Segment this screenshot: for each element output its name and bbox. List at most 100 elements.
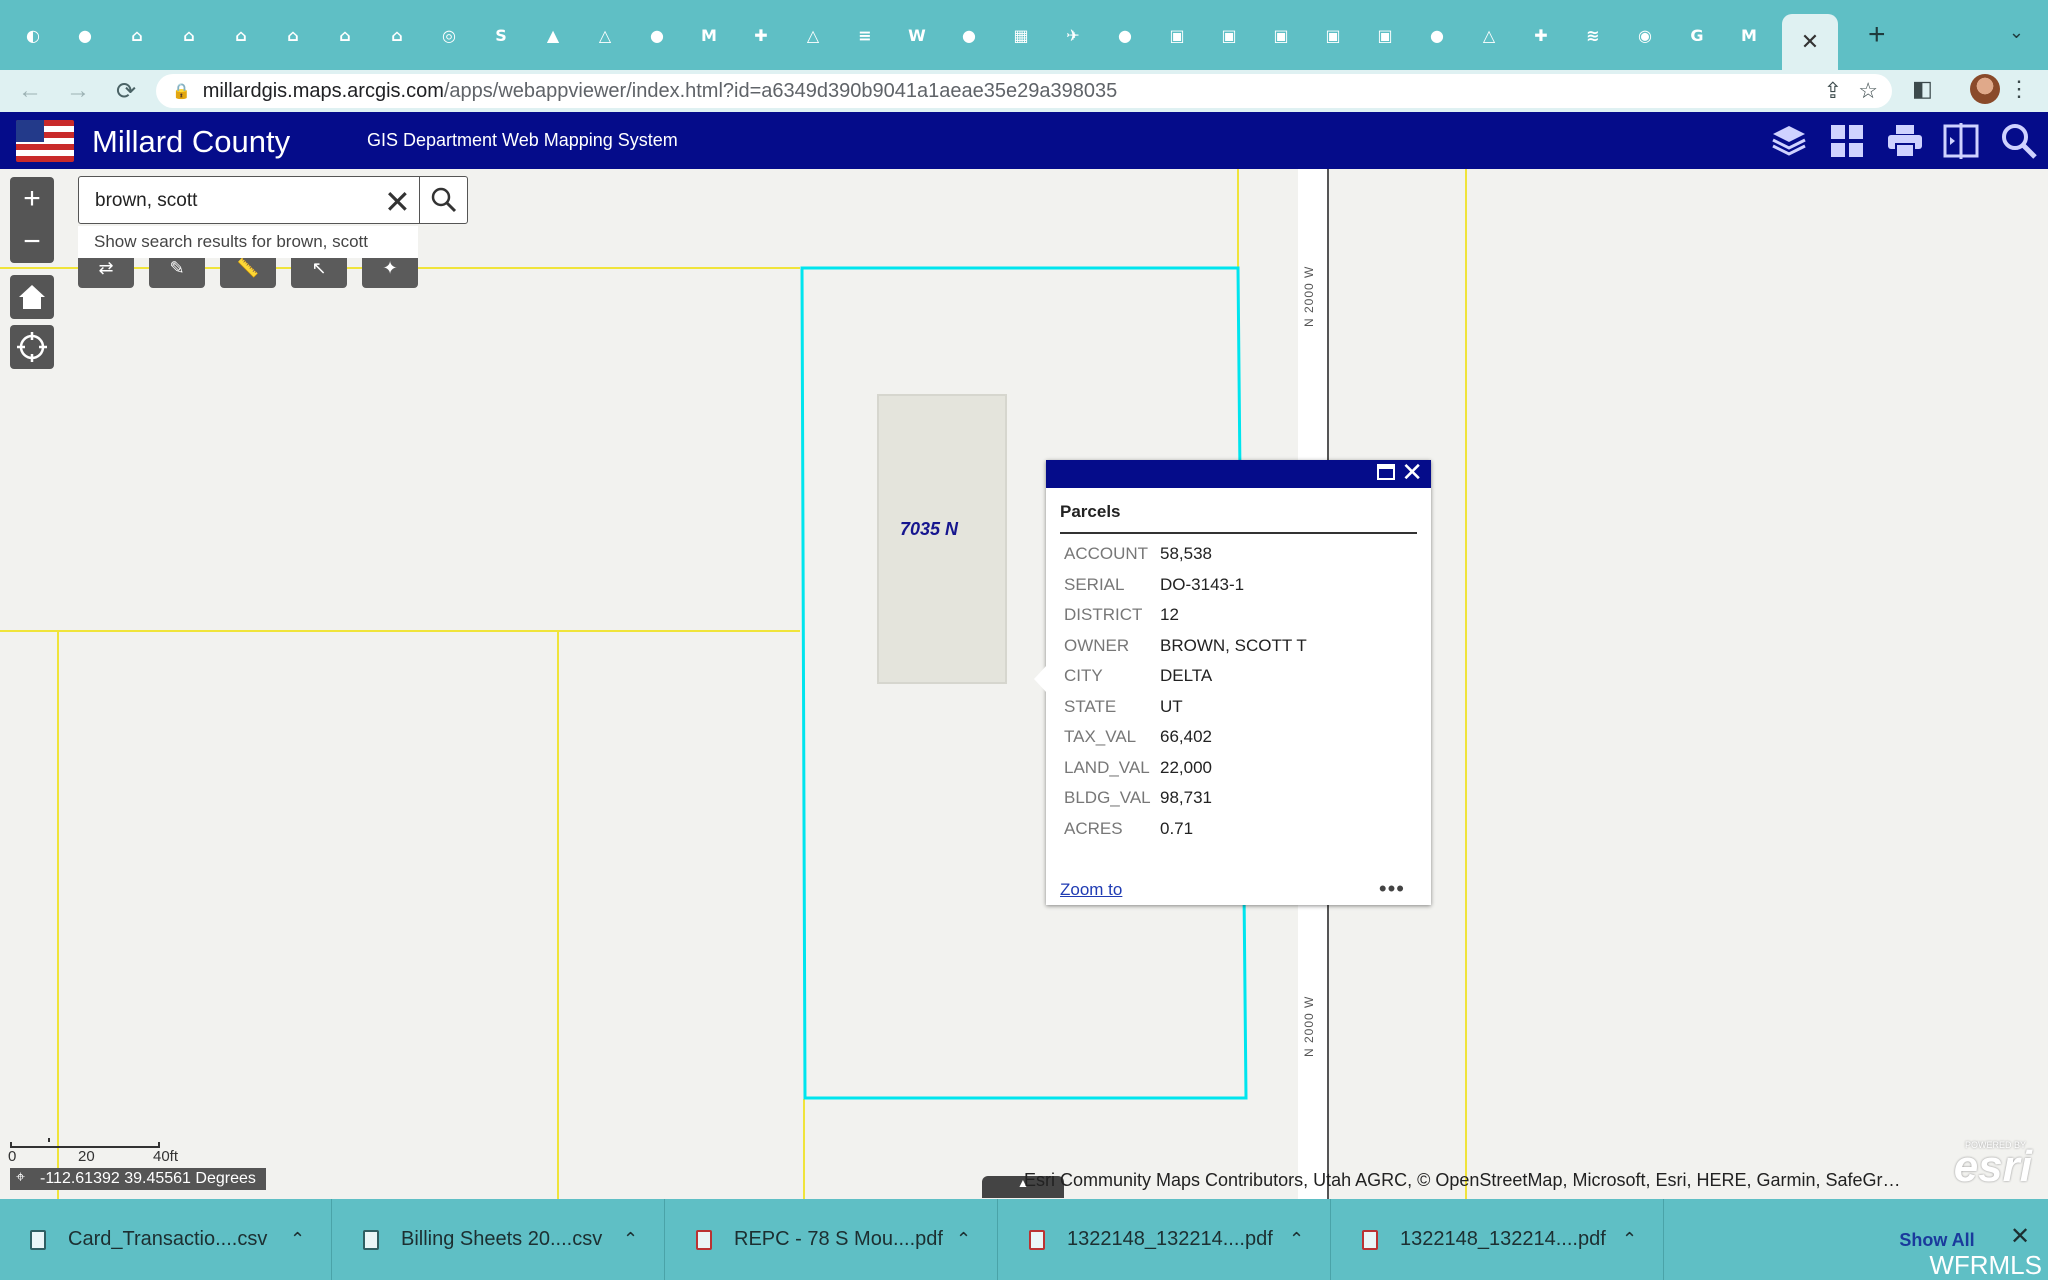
url-path: /apps/webappviewer/index.html?id=a6349d3… [443, 79, 1118, 102]
attribute-row: BLDG_VAL 98,731 [1064, 788, 1414, 818]
maximize-icon[interactable] [1377, 464, 1395, 480]
sheets-tab-icon[interactable]: ✚ [1522, 16, 1560, 54]
attribute-key: SERIAL [1064, 574, 1125, 594]
download-item[interactable]: Card_Transactio....csv ⌃ [0, 1199, 332, 1280]
scale-label: 40ft [153, 1148, 179, 1165]
close-download-bar-icon[interactable]: ✕ [2010, 1222, 2030, 1250]
drop-tab-icon[interactable]: ▲ [534, 16, 572, 54]
home-button[interactable] [10, 275, 54, 319]
chevron-up-icon[interactable]: ⌃ [290, 1229, 305, 1250]
chevron-up-icon[interactable]: ⌃ [623, 1229, 638, 1250]
download-item[interactable]: Billing Sheets 20....csv ⌃ [333, 1199, 665, 1280]
pdf-tab-icon[interactable]: ▣ [1158, 16, 1196, 54]
forward-button[interactable]: → [60, 73, 96, 109]
layers-tab-icon[interactable]: ≋ [1574, 16, 1612, 54]
ure-tab-icon[interactable]: ⌂ [326, 16, 364, 54]
globe-tab-icon[interactable]: ● [66, 16, 104, 54]
watermark: WFRMLS [1929, 1250, 2042, 1280]
app-header: Millard County GIS Department Web Mappin… [0, 112, 2048, 169]
globe-tab-icon[interactable]: ● [638, 16, 676, 54]
new-tab-button[interactable]: + [1868, 18, 1898, 52]
app-title: Millard County [92, 124, 291, 159]
drive-tab-icon[interactable]: △ [794, 16, 832, 54]
search-input[interactable] [95, 187, 385, 215]
popup-header: ✕ [1046, 458, 1431, 488]
drive-tab-icon[interactable]: △ [1470, 16, 1508, 54]
ure-tab-icon[interactable]: ⌂ [118, 16, 156, 54]
browser-menu-icon[interactable]: ⋮ [2008, 76, 2030, 102]
m-tab-icon[interactable]: M [1730, 16, 1768, 54]
gmail-tab-icon[interactable]: M [690, 16, 728, 54]
attribute-value: DO-3143-1 [1160, 574, 1245, 594]
more-actions-icon[interactable]: ••• [1379, 876, 1405, 902]
map-view[interactable]: N 2000 W N 2000 W 7035 N [0, 169, 2048, 1199]
clear-search-icon[interactable]: ✕ [384, 183, 411, 221]
zoom-out-button[interactable]: − [10, 220, 54, 263]
chrome-tab-icon[interactable]: ◉ [1626, 16, 1664, 54]
calendar-tab-icon[interactable]: ▦ [1002, 16, 1040, 54]
bird-tab-icon[interactable]: ✈ [1054, 16, 1092, 54]
reload-button[interactable]: ⟳ [108, 73, 144, 109]
pdf-tab-icon[interactable]: ▣ [1366, 16, 1404, 54]
home-icon [19, 285, 45, 309]
csv-file-icon [30, 1229, 46, 1250]
search-suggestion[interactable]: Show search results for brown, scott [78, 226, 418, 258]
attribute-value: DELTA [1160, 666, 1213, 685]
chrome-tab-icon-1[interactable]: ◐ [14, 16, 52, 54]
ure-tab-icon[interactable]: ⌂ [274, 16, 312, 54]
layers-icon[interactable] [1770, 122, 1808, 160]
pdf-file-icon [696, 1229, 712, 1250]
map-search-widget: ✕ [78, 176, 468, 224]
attribute-value: 0.71 [1160, 818, 1194, 838]
coordinate-readout[interactable]: ⌖ -112.61392 39.45561 Degrees [10, 1168, 266, 1190]
side-panel-icon[interactable]: ◧ [1912, 76, 1933, 102]
globe-tab-icon[interactable]: ● [950, 16, 988, 54]
globe-tab-icon[interactable]: ● [1106, 16, 1144, 54]
attribute-value: 22,000 [1160, 757, 1212, 777]
w-tab-icon[interactable]: W [898, 16, 936, 54]
active-tab-close-icon[interactable]: ✕ [1782, 14, 1838, 70]
close-icon[interactable]: ✕ [1401, 458, 1423, 488]
swipe-compare-icon[interactable] [1942, 122, 1980, 160]
drive-tab-icon[interactable]: △ [586, 16, 624, 54]
coordinate-text: -112.61392 39.45561 Degrees [40, 1170, 256, 1187]
address-bar[interactable]: 🔒 millardgis.maps.arcgis.com/apps/webapp… [156, 74, 1892, 108]
pdf-tab-icon[interactable]: ▣ [1314, 16, 1352, 54]
chevron-up-icon[interactable]: ⌃ [1622, 1229, 1637, 1250]
attribute-key: CITY [1064, 666, 1103, 685]
tab-search-icon[interactable]: ⌄ [2009, 22, 2024, 43]
zoom-to-link[interactable]: Zoom to [1060, 880, 1122, 900]
attribute-row: SERIAL DO-3143-1 [1064, 575, 1414, 605]
map-canvas [0, 169, 1467, 1199]
sheets-tab-icon[interactable]: ✚ [742, 16, 780, 54]
google-tab-icon[interactable]: G [1678, 16, 1716, 54]
chevron-up-icon[interactable]: ⌃ [1289, 1229, 1304, 1250]
basemap-gallery-icon[interactable] [1828, 122, 1866, 160]
ure-tab-icon[interactable]: ⌂ [170, 16, 208, 54]
search-button[interactable] [419, 177, 467, 223]
ure-tab-icon[interactable]: ⌂ [378, 16, 416, 54]
share-icon[interactable]: ⇪ [1824, 78, 1842, 104]
download-filename: Card_Transactio....csv [68, 1228, 268, 1250]
pdf-tab-icon[interactable]: ▣ [1210, 16, 1248, 54]
pdf-tab-icon[interactable]: ▣ [1262, 16, 1300, 54]
print-icon[interactable] [1886, 122, 1924, 160]
download-item[interactable]: REPC - 78 S Mou....pdf ⌃ [666, 1199, 998, 1280]
search-icon[interactable] [2000, 122, 2038, 160]
my-location-button[interactable] [10, 325, 54, 369]
globe-tab-icon[interactable]: ● [1418, 16, 1456, 54]
attribute-row: LAND_VAL 22,000 [1064, 758, 1414, 788]
cloud-tab-icon[interactable]: ◎ [430, 16, 468, 54]
back-button[interactable]: ← [12, 73, 48, 109]
ure-tab-icon[interactable]: ⌂ [222, 16, 260, 54]
docs-tab-icon[interactable]: ≡ [846, 16, 884, 54]
chevron-up-icon[interactable]: ⌃ [956, 1229, 971, 1250]
profile-avatar[interactable] [1970, 74, 2000, 104]
bookmark-star-icon[interactable]: ☆ [1858, 78, 1878, 104]
zoom-in-button[interactable]: + [10, 177, 54, 220]
download-item[interactable]: 1322148_132214....pdf ⌃ [1332, 1199, 1664, 1280]
attribute-value: UT [1160, 696, 1183, 716]
s-tab-icon[interactable]: S [482, 16, 520, 54]
download-bar: Card_Transactio....csv ⌃ Billing Sheets 20… [0, 1199, 2048, 1280]
download-item[interactable]: 1322148_132214....pdf ⌃ [999, 1199, 1331, 1280]
